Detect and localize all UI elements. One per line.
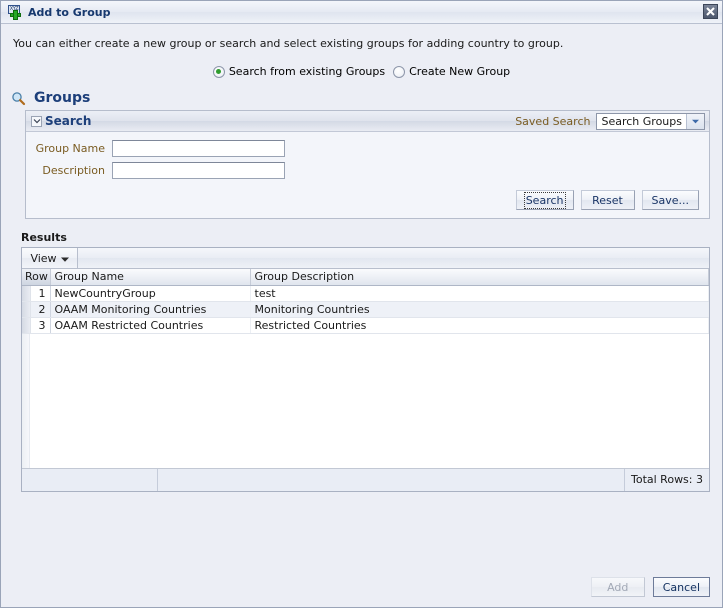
search-panel: Search Saved Search Search Groups Group …: [25, 110, 710, 219]
search-panel-header: Search Saved Search Search Groups: [26, 111, 709, 132]
column-header-group-description[interactable]: Group Description: [250, 269, 709, 286]
chevron-down-icon[interactable]: [686, 113, 704, 129]
description-label: Description: [42, 164, 105, 177]
saved-search-area: Saved Search Search Groups: [515, 112, 705, 130]
view-menu-label: View: [30, 251, 57, 265]
search-button[interactable]: Search: [515, 190, 574, 210]
view-menu-button[interactable]: View: [22, 248, 78, 268]
search-panel-body: Group Name Description Search Reset Save…: [26, 132, 709, 218]
table-row[interactable]: 1 NewCountryGroup test: [22, 285, 709, 302]
radio-create-new-group-mark[interactable]: [393, 65, 406, 78]
results-grid-header: Row Group Name Group Description: [22, 269, 709, 286]
search-panel-actions: Search Reset Save...: [34, 184, 701, 212]
reset-button-label: Reset: [592, 193, 623, 207]
add-button-label: Add: [607, 580, 629, 594]
cell-group-description: Monitoring Countries: [250, 301, 709, 318]
group-name-label: Group Name: [35, 142, 105, 155]
dialog-footer: Add Cancel: [590, 577, 710, 597]
cancel-button-label: Cancel: [662, 580, 700, 594]
radio-create-new-group-label: Create New Group: [409, 65, 511, 78]
add-button[interactable]: Add: [590, 577, 645, 597]
magnifier-icon: [11, 91, 30, 106]
cell-group-name: OAAM Monitoring Countries: [50, 301, 251, 318]
total-rows-label: Total Rows: 3: [631, 473, 703, 486]
dialog-description: You can either create a new group or sea…: [13, 37, 564, 50]
save-button-label: Save...: [651, 193, 690, 207]
cell-group-name: NewCountryGroup: [50, 285, 251, 302]
radio-search-existing-groups-mark[interactable]: [212, 65, 225, 78]
table-row[interactable]: 2 OAAM Monitoring Countries Monitoring C…: [22, 301, 709, 318]
add-group-icon-plus-vertical: [13, 10, 18, 20]
results-footer-cell-middle: [158, 468, 625, 491]
description-input[interactable]: [112, 162, 285, 179]
results-grid-gutter: [22, 333, 30, 468]
groups-heading: Groups: [34, 90, 91, 106]
results-footer: Total Rows: 3: [22, 468, 709, 491]
toolbar-filler: [78, 248, 709, 268]
mode-radio-group: Search from existing Groups Create New G…: [1, 65, 722, 78]
group-name-input[interactable]: [112, 140, 285, 157]
results-grid: Row Group Name Group Description 1 NewCo…: [22, 269, 709, 334]
results-footer-cell-left: [22, 468, 158, 491]
dialog-titlebar: XYZ Add to Group: [1, 1, 722, 24]
search-button-label: Search: [523, 191, 566, 209]
field-row-group-name: Group Name: [34, 140, 701, 157]
chevron-down-icon[interactable]: [31, 115, 42, 127]
results-grid-empty-area: [22, 333, 709, 469]
cancel-button[interactable]: Cancel: [652, 577, 710, 597]
field-row-description: Description: [34, 162, 701, 179]
results-toolbar: View: [22, 248, 709, 269]
groups-section-header: Groups: [11, 90, 722, 106]
cell-group-name: OAAM Restricted Countries: [50, 317, 251, 334]
cell-row-number: 2: [22, 301, 51, 318]
cell-row-number: 1: [22, 285, 51, 302]
close-icon[interactable]: [703, 4, 718, 19]
table-row[interactable]: 3 OAAM Restricted Countries Restricted C…: [22, 317, 709, 334]
saved-search-select[interactable]: Search Groups: [596, 112, 705, 130]
cell-group-description: test: [250, 285, 709, 302]
results-grid-header-row: Row Group Name Group Description: [22, 269, 709, 286]
save-button[interactable]: Save...: [641, 190, 699, 210]
saved-search-select-value: Search Groups: [601, 114, 682, 128]
radio-create-new-group[interactable]: Create New Group: [393, 65, 510, 78]
add-to-group-dialog: XYZ Add to Group You can either create a…: [0, 0, 723, 608]
search-panel-title: Search: [45, 114, 92, 128]
add-group-icon: XYZ: [7, 4, 23, 20]
saved-search-label: Saved Search: [515, 114, 591, 128]
cell-row-number: 3: [22, 317, 51, 334]
column-header-row[interactable]: Row: [22, 269, 51, 286]
reset-button[interactable]: Reset: [580, 190, 635, 210]
column-header-group-name[interactable]: Group Name: [50, 269, 251, 286]
cell-group-description: Restricted Countries: [250, 317, 709, 334]
radio-search-existing-groups-label: Search from existing Groups: [228, 65, 386, 78]
results-label: Results: [21, 231, 67, 244]
radio-search-existing-groups[interactable]: Search from existing Groups: [212, 65, 386, 78]
results-table: View Row Group Name Group Description 1 …: [21, 247, 710, 492]
results-grid-body: 1 NewCountryGroup test 2 OAAM Monitoring…: [22, 285, 709, 334]
caret-down-icon: [60, 252, 69, 265]
dialog-title: Add to Group: [28, 5, 111, 19]
